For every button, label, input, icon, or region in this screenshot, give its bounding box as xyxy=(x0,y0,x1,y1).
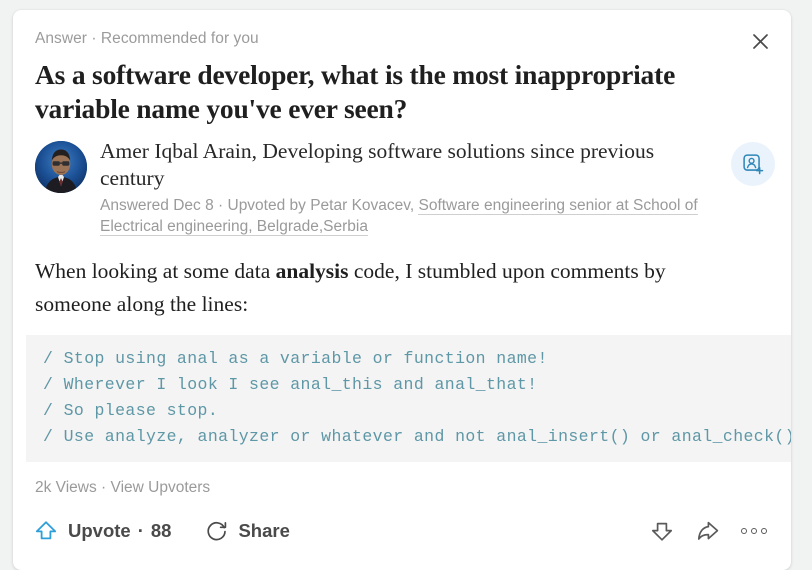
share-button[interactable]: Share xyxy=(205,519,290,543)
code-block: / Stop using anal as a variable or funct… xyxy=(26,335,791,462)
answer-kicker: Answer · Recommended for you xyxy=(35,30,259,47)
downvote-arrow-icon xyxy=(651,522,673,541)
card-header: Answer · Recommended for you xyxy=(13,10,791,49)
author-meta: Amer Iqbal Arain, Developing software so… xyxy=(100,138,769,237)
view-upvoters-link[interactable]: View Upvoters xyxy=(111,479,211,496)
author-name-separator: , xyxy=(251,139,263,163)
views-row: 2k Views · View Upvoters xyxy=(35,478,769,498)
upvote-arrow-icon xyxy=(35,521,57,540)
code-line: / Stop using anal as a variable or funct… xyxy=(43,349,548,368)
share-circular-arrow-icon xyxy=(207,521,227,541)
more-horizontal-icon xyxy=(741,528,767,534)
more-options-button[interactable] xyxy=(737,514,771,548)
answer-paragraph: When looking at some data analysis code,… xyxy=(35,255,735,321)
add-person-icon xyxy=(742,153,763,174)
question-title[interactable]: As a software developer, what is the mos… xyxy=(35,58,725,126)
downvote-button[interactable] xyxy=(645,514,679,548)
code-line: / Use analyze, analyzer or whatever and … xyxy=(43,427,791,446)
code-line: / Wherever I look I see anal_this and an… xyxy=(43,375,538,394)
upvote-label: Upvote xyxy=(68,520,131,541)
forward-button[interactable] xyxy=(691,514,725,548)
author-line: Amer Iqbal Arain, Developing software so… xyxy=(100,138,709,192)
byline: Answered Dec 8 · Upvoted by Petar Kovace… xyxy=(100,195,709,237)
follow-author-button[interactable] xyxy=(731,142,775,186)
paragraph-bold-term: analysis xyxy=(275,259,349,283)
upvote-dot: · xyxy=(137,520,144,541)
byline-prefix: Answered Dec 8 · Upvoted by Petar Kovace… xyxy=(100,197,419,214)
author-name[interactable]: Amer Iqbal Arain xyxy=(100,139,252,163)
action-bar: Upvote · 88 Share xyxy=(33,511,771,551)
close-icon xyxy=(752,33,768,49)
avatar-photo-icon xyxy=(35,141,87,193)
paragraph-text-1: When looking at some data xyxy=(35,259,276,283)
views-count: 2k Views xyxy=(35,479,97,496)
views-separator: · xyxy=(96,479,111,496)
close-button[interactable] xyxy=(747,28,773,54)
author-row: Amer Iqbal Arain, Developing software so… xyxy=(35,138,775,237)
answer-card: Answer · Recommended for you As a softwa… xyxy=(13,10,791,570)
upvote-button[interactable]: Upvote · 88 xyxy=(33,518,171,544)
forward-arrow-icon xyxy=(697,521,719,540)
upvote-count: 88 xyxy=(150,520,172,541)
share-label: Share xyxy=(238,520,290,541)
code-line: / So please stop. xyxy=(43,401,219,420)
avatar[interactable] xyxy=(35,141,87,193)
